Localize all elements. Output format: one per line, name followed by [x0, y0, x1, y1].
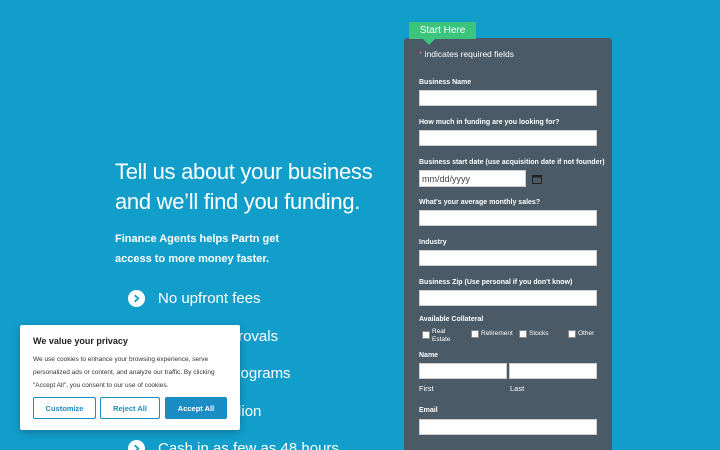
collateral-checkbox[interactable] — [471, 330, 479, 338]
monthly-sales-label: What's your average monthly sales? — [419, 199, 541, 206]
funding-amount-label: How much in funding are you looking for? — [419, 119, 560, 126]
industry-select[interactable] — [419, 250, 597, 266]
start-date-input[interactable]: mm/dd/yyyy — [419, 170, 526, 187]
hero-title: Tell us about your business and we’ll fi… — [115, 159, 373, 214]
benefit-text: Cash in as few as 48 hours — [158, 440, 339, 450]
benefit-item: No upfront fees — [128, 280, 339, 318]
collateral-label: Available Collateral — [419, 316, 484, 323]
start-here-tab: Start Here — [409, 22, 476, 45]
collateral-label-retirement: Retirement — [481, 330, 513, 337]
cookie-text: We use cookies to enhance your browsing … — [33, 356, 215, 389]
calendar-icon[interactable] — [532, 174, 542, 184]
start-date-label: Business start date (use acquisition dat… — [419, 159, 605, 166]
cookie-banner: We value your privacy We use cookies to … — [20, 325, 240, 430]
monthly-sales-input[interactable] — [419, 210, 597, 226]
business-name-label: Business Name — [419, 79, 472, 86]
required-note-text: indicates required fields — [422, 49, 514, 59]
benefit-item: Cash in as few as 48 hours — [128, 430, 339, 450]
cookie-title: We value your privacy — [33, 336, 128, 346]
reject-all-button[interactable]: Reject All — [100, 397, 160, 419]
collateral-options: Real Estate Retirement Stocks Other — [419, 328, 599, 348]
zip-input[interactable] — [419, 290, 597, 306]
first-name-input[interactable] — [419, 363, 507, 379]
required-note: * indicates required fields — [419, 49, 514, 59]
funding-form: * indicates required fields Business Nam… — [404, 38, 612, 450]
collateral-checkbox[interactable] — [568, 330, 576, 338]
collateral-label-stocks: Stocks — [529, 330, 549, 337]
business-name-input[interactable] — [419, 90, 597, 106]
collateral-label-real-estate: Real Estate — [432, 328, 451, 343]
collateral-checkbox[interactable] — [519, 330, 527, 338]
chevron-right-icon — [128, 440, 145, 450]
email-label: Email — [419, 407, 438, 414]
name-label: Name — [419, 352, 439, 359]
last-name-input[interactable] — [509, 363, 597, 379]
first-sublabel: First — [419, 384, 434, 393]
benefit-text: No upfront fees — [158, 290, 261, 308]
last-sublabel: Last — [510, 384, 525, 393]
funding-amount-input[interactable] — [419, 130, 597, 146]
collateral-checkbox[interactable] — [422, 331, 430, 339]
collateral-label-other: Other — [578, 330, 595, 337]
hero-subtitle: Finance Agents helps Partn get access to… — [115, 233, 280, 265]
industry-label: Industry — [419, 239, 447, 246]
email-input[interactable] — [419, 419, 597, 435]
accept-all-button[interactable]: Accept All — [165, 397, 227, 419]
zip-label: Business Zip (Use personal if you don't … — [419, 279, 573, 286]
customize-button[interactable]: Customize — [33, 397, 96, 419]
chevron-right-icon — [128, 290, 145, 308]
